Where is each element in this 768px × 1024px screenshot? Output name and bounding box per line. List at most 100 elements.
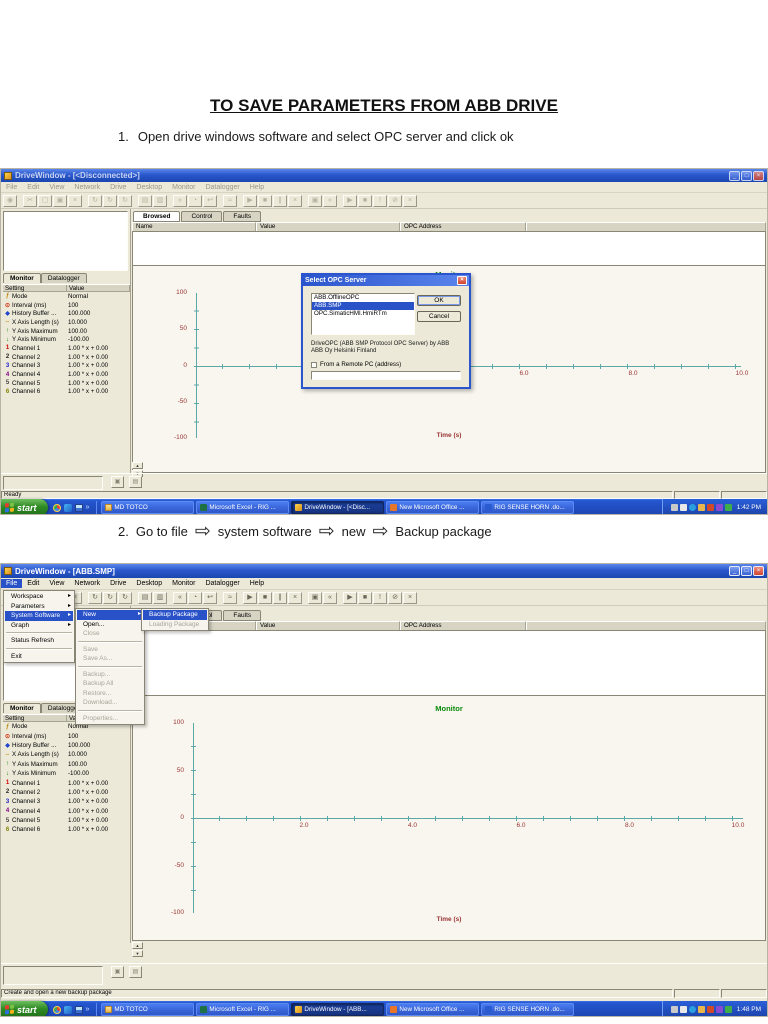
cancel-button[interactable]: Cancel bbox=[417, 311, 461, 322]
taskbar-window-button[interactable]: RIG SENSE HORN .do... bbox=[481, 501, 575, 514]
toolbar-button[interactable]: ▶ bbox=[343, 591, 357, 604]
setting-row[interactable]: 4 Channel 4 1.00 * x + 0.00 bbox=[3, 370, 130, 379]
setting-row[interactable]: ↓ Y Axis Minimum -100.00 bbox=[3, 335, 130, 345]
dialog-close-icon[interactable] bbox=[457, 276, 467, 285]
maximize-button[interactable] bbox=[741, 566, 752, 576]
setting-row[interactable]: 2 Channel 2 1.00 * x + 0.00 bbox=[3, 787, 130, 798]
toolbar-button[interactable]: ▤ bbox=[138, 591, 152, 604]
file-menu-item[interactable]: Graph bbox=[5, 621, 73, 631]
column-value[interactable]: Value bbox=[256, 621, 400, 630]
minimize-button[interactable] bbox=[729, 566, 740, 576]
toolbar-button[interactable]: ■ bbox=[258, 591, 272, 604]
toolbar-button[interactable]: ▣ bbox=[53, 194, 67, 207]
overflow-chevron-icon[interactable] bbox=[86, 504, 90, 511]
start-button[interactable]: start bbox=[1, 1001, 48, 1016]
file-menu-item[interactable] bbox=[6, 647, 72, 650]
file-menu-item[interactable]: Workspace bbox=[5, 592, 73, 602]
system-software-menu-item[interactable]: Download... bbox=[77, 698, 143, 708]
column-name[interactable]: Name bbox=[132, 222, 256, 231]
menu-item[interactable]: Monitor bbox=[167, 183, 200, 192]
toolbar-button[interactable]: ⊘ bbox=[388, 591, 402, 604]
setting-row[interactable]: 4 Channel 4 1.00 * x + 0.00 bbox=[3, 806, 130, 816]
file-menu-item[interactable] bbox=[6, 632, 72, 634]
tray-keyboard-icon[interactable] bbox=[670, 1006, 678, 1013]
setting-row[interactable]: ⇔ X Axis Length (s) 10.000 bbox=[3, 750, 130, 760]
column-opc-address[interactable]: OPC Address bbox=[400, 222, 526, 231]
toolbar-button[interactable]: ↩ bbox=[203, 194, 217, 207]
tray-safely-remove-icon[interactable] bbox=[724, 504, 732, 511]
browse-tree[interactable] bbox=[3, 211, 128, 271]
bottom-button-1[interactable] bbox=[111, 966, 124, 978]
file-menu-item[interactable]: Status Refresh bbox=[5, 636, 73, 646]
show-desktop-icon[interactable] bbox=[74, 503, 83, 512]
toolbar-button[interactable]: ■ bbox=[358, 194, 372, 207]
parameter-list[interactable] bbox=[132, 630, 766, 696]
setting-row[interactable]: ◆ History Buffer ... 100.000 bbox=[3, 309, 130, 319]
system-software-menu-item[interactable]: Save bbox=[77, 645, 143, 655]
setting-row[interactable]: ◆ History Buffer ... 100.000 bbox=[3, 740, 130, 751]
system-software-menu-item[interactable]: Backup... bbox=[77, 670, 143, 680]
toolbar-button[interactable]: ◔ bbox=[188, 194, 202, 207]
taskbar-window-button[interactable]: MD TOTCO bbox=[101, 1003, 195, 1016]
tray-safely-remove-icon[interactable] bbox=[724, 1006, 732, 1013]
system-software-menu-item[interactable]: Save As... bbox=[77, 654, 143, 664]
toolbar-button[interactable]: ↻ bbox=[88, 591, 102, 604]
tray-volume-icon[interactable] bbox=[679, 1006, 687, 1013]
tray-language-icon[interactable] bbox=[715, 1006, 723, 1013]
tray-messenger-icon[interactable] bbox=[706, 1006, 714, 1013]
setting-row[interactable]: 3 Channel 3 1.00 * x + 0.00 bbox=[3, 797, 130, 807]
setting-row[interactable]: 2 Channel 2 1.00 * x + 0.00 bbox=[3, 352, 130, 362]
toolbar-button[interactable]: × bbox=[403, 591, 417, 604]
panel-tab[interactable]: Monitor bbox=[3, 273, 41, 283]
setting-row[interactable]: 5 Channel 5 1.00 * x + 0.00 bbox=[3, 378, 130, 388]
toolbar-button[interactable]: ◔ bbox=[188, 591, 202, 604]
taskbar-window-button[interactable]: DriveWindow - [ABB... bbox=[291, 1003, 385, 1016]
toolbar-button[interactable]: ≈ bbox=[223, 194, 237, 207]
scroll-up-button[interactable] bbox=[132, 462, 143, 469]
menu-item[interactable]: Help bbox=[245, 183, 269, 192]
taskbar-window-button[interactable]: New Microsoft Office ... bbox=[386, 1003, 480, 1016]
toolbar-button[interactable]: ▶ bbox=[243, 194, 257, 207]
system-software-menu-item[interactable] bbox=[78, 665, 142, 668]
system-software-menu-item[interactable] bbox=[78, 640, 142, 643]
toolbar-button[interactable]: ↻ bbox=[88, 194, 102, 207]
toolbar-button[interactable]: ↻ bbox=[103, 591, 117, 604]
system-software-menu-item[interactable]: New bbox=[77, 610, 143, 620]
menu-item[interactable]: Network bbox=[69, 579, 105, 588]
toolbar-button[interactable]: ▣ bbox=[308, 591, 322, 604]
toolbar-button[interactable]: ▶ bbox=[243, 591, 257, 604]
toolbar-button[interactable]: ∥ bbox=[273, 591, 287, 604]
close-button[interactable] bbox=[753, 566, 764, 576]
parameter-list[interactable] bbox=[132, 231, 766, 266]
column-opc-address[interactable]: OPC Address bbox=[400, 621, 526, 630]
toolbar-button[interactable]: ∥ bbox=[273, 194, 287, 207]
scroll-up-button[interactable] bbox=[132, 942, 143, 949]
tray-messenger-icon[interactable] bbox=[706, 504, 714, 511]
toolbar-button[interactable]: ■ bbox=[258, 194, 272, 207]
menu-item[interactable]: Network bbox=[69, 183, 105, 192]
taskbar-window-button[interactable]: DriveWindow - [<Disc... bbox=[291, 501, 385, 514]
overflow-chevron-icon[interactable] bbox=[86, 1006, 90, 1013]
menu-item[interactable]: File bbox=[1, 579, 23, 588]
tray-language-icon[interactable] bbox=[715, 504, 723, 511]
toolbar-button[interactable]: × bbox=[288, 194, 302, 207]
taskbar-window-button[interactable]: New Microsoft Office ... bbox=[386, 501, 480, 514]
setting-row[interactable]: ƒ Mode Normal bbox=[3, 292, 130, 301]
browser-tab[interactable]: Control bbox=[181, 211, 223, 222]
tray-volume-icon[interactable] bbox=[679, 504, 687, 511]
toolbar-button[interactable]: ! bbox=[373, 194, 387, 207]
settings-header-setting[interactable]: Setting bbox=[3, 285, 67, 292]
system-software-menu-item[interactable] bbox=[78, 709, 142, 712]
system-software-menu-item[interactable]: Backup All bbox=[77, 679, 143, 689]
chrome-icon[interactable] bbox=[52, 503, 61, 512]
menu-item[interactable]: Monitor bbox=[167, 579, 200, 588]
setting-row[interactable]: ↓ Y Axis Minimum -100.00 bbox=[3, 768, 130, 779]
maximize-button[interactable] bbox=[741, 170, 752, 181]
close-button[interactable] bbox=[753, 170, 764, 181]
setting-row[interactable]: ⊙ Interval (ms) 100 bbox=[3, 731, 130, 741]
tray-network-icon[interactable] bbox=[688, 504, 696, 511]
toolbar-button[interactable]: ↩ bbox=[203, 591, 217, 604]
system-software-menu-item[interactable]: Restore... bbox=[77, 689, 143, 699]
toolbar-button[interactable]: ▥ bbox=[153, 591, 167, 604]
scroll-down-button[interactable] bbox=[132, 950, 143, 957]
